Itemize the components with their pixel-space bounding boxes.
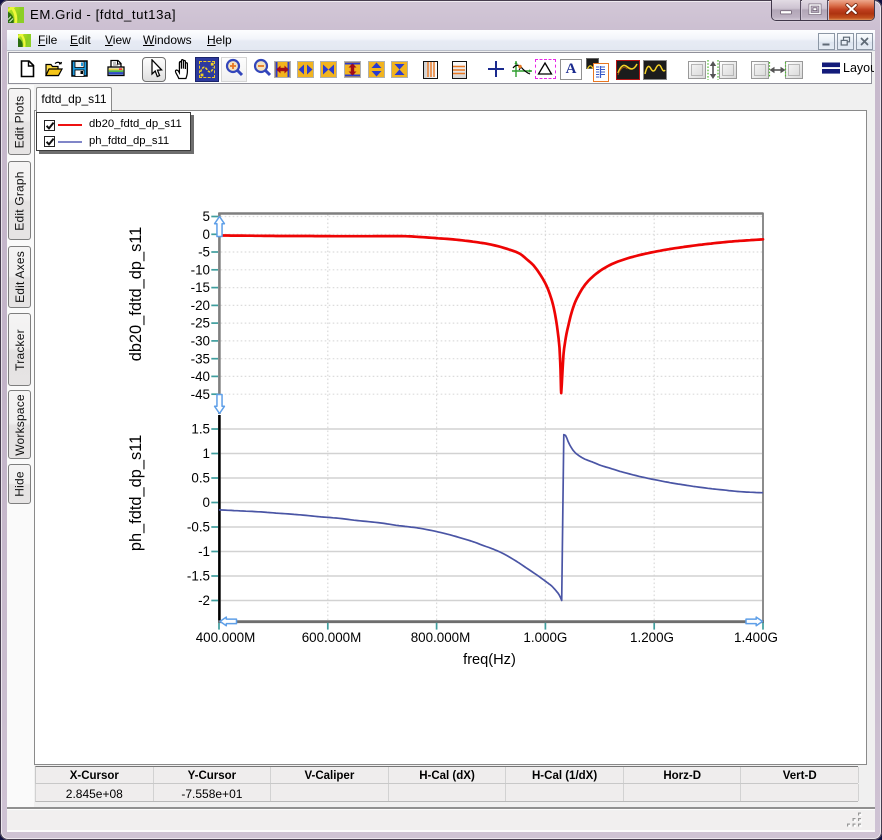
svg-text:1: 1 [203, 446, 210, 461]
svg-text:-45: -45 [191, 387, 210, 402]
svg-text:db20_fdtd_dp_s11: db20_fdtd_dp_s11 [127, 227, 145, 362]
svg-text:-20: -20 [191, 298, 210, 313]
svg-text:-2: -2 [198, 593, 210, 608]
svg-text:-25: -25 [191, 316, 210, 331]
svg-text:1.200G: 1.200G [630, 630, 674, 645]
svg-text:0.5: 0.5 [191, 471, 210, 486]
svg-text:5: 5 [203, 209, 210, 224]
svg-text:1.000G: 1.000G [523, 630, 567, 645]
svg-text:-1.5: -1.5 [187, 569, 210, 584]
svg-text:-40: -40 [191, 369, 210, 384]
svg-text:0: 0 [203, 227, 210, 242]
svg-text:800.000M: 800.000M [411, 630, 471, 645]
svg-text:600.000M: 600.000M [302, 630, 362, 645]
svg-text:-1: -1 [198, 544, 210, 559]
svg-text:1.400G: 1.400G [734, 630, 778, 645]
svg-text:-30: -30 [191, 334, 210, 349]
svg-text:-10: -10 [191, 262, 210, 277]
svg-text:freq(Hz): freq(Hz) [463, 652, 516, 668]
svg-text:-35: -35 [191, 351, 210, 366]
svg-text:1.5: 1.5 [191, 422, 210, 437]
svg-text:-15: -15 [191, 280, 210, 295]
svg-text:-5: -5 [198, 245, 210, 260]
svg-text:-0.5: -0.5 [187, 520, 210, 535]
svg-text:0: 0 [203, 495, 210, 510]
svg-text:ph_fdtd_dp_s11: ph_fdtd_dp_s11 [127, 435, 145, 551]
svg-text:400.000M: 400.000M [196, 630, 256, 645]
